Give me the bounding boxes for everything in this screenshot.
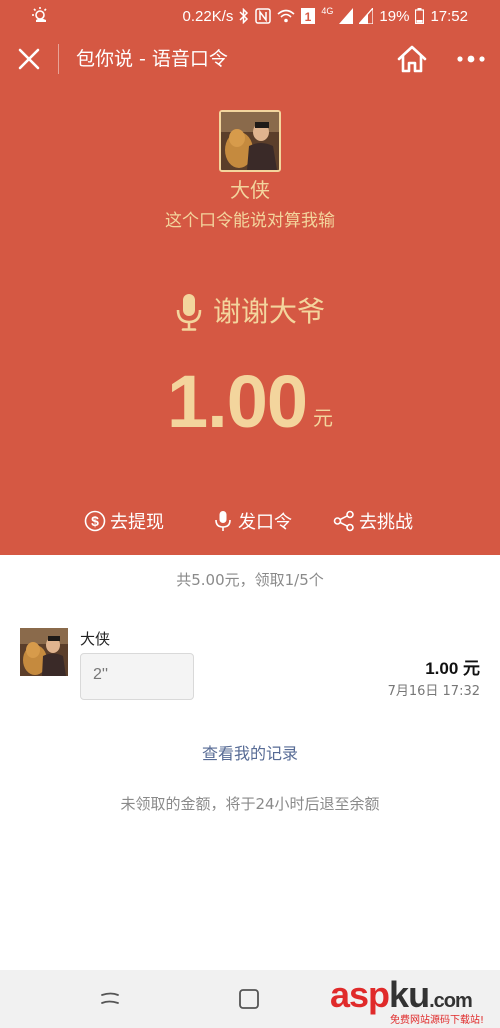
avatar-photo-icon xyxy=(221,112,279,170)
sim-badge-icon: 1 xyxy=(301,8,316,24)
record-amount: 1.00 元 xyxy=(425,659,480,678)
network-type-icon: 4G xyxy=(321,6,334,16)
withdraw-button[interactable]: $ 去提现 xyxy=(84,506,164,536)
sender-avatar xyxy=(219,110,281,172)
dollar-icon: $ xyxy=(84,510,106,532)
challenge-label: 去挑战 xyxy=(359,512,413,533)
watermark-tagline: 免费网站源码下载站! xyxy=(390,1015,485,1026)
home-button-icon[interactable] xyxy=(236,986,262,1012)
amount-value: 1.00 xyxy=(166,360,308,443)
weather-icon xyxy=(32,7,47,22)
claim-summary: 共5.00元，领取1/5个 xyxy=(176,571,324,589)
status-right: 0.22K/s 1 4G 19% 17:52 xyxy=(183,6,468,26)
home-icon[interactable] xyxy=(396,44,428,74)
voice-phrase-row: 谢谢大爷 xyxy=(0,290,500,334)
recent-apps-icon[interactable] xyxy=(97,986,123,1012)
close-icon[interactable] xyxy=(16,46,42,72)
record-time: 7月16日 17:32 xyxy=(387,684,480,699)
status-bar: 0.22K/s 1 4G 19% 17:52 xyxy=(0,0,500,32)
more-icon[interactable] xyxy=(456,48,486,70)
bluetooth-icon xyxy=(239,8,249,24)
sender-name: 大侠 xyxy=(230,178,270,202)
list-item: 大侠 2'' 1.00 元 7月16日 17:32 xyxy=(0,624,500,704)
share-icon xyxy=(333,510,354,532)
signal-icon xyxy=(339,8,354,24)
sender-message: 这个口令能说对算我输 xyxy=(165,211,335,231)
view-my-records-link[interactable]: 查看我的记录 xyxy=(0,742,500,766)
avatar-photo-icon xyxy=(20,628,68,676)
challenge-button[interactable]: 去挑战 xyxy=(333,506,413,536)
microphone-icon xyxy=(176,294,202,331)
refund-note: 未领取的金额，将于24小时后退至余额 xyxy=(120,795,380,813)
action-bar: $ 去提现 发口令 去挑战 xyxy=(0,506,500,536)
microphone-small-icon xyxy=(215,511,231,531)
sim-badge-number: 1 xyxy=(305,10,312,24)
svg-text:$: $ xyxy=(91,513,99,529)
clock: 17:52 xyxy=(430,7,468,25)
page-title: 包你说 - 语音口令 xyxy=(76,48,228,70)
amount-unit: 元 xyxy=(313,406,334,430)
withdraw-label: 去提现 xyxy=(110,512,164,533)
send-command-label: 发口令 xyxy=(238,512,292,533)
nfc-icon xyxy=(255,8,272,24)
wifi-icon xyxy=(277,9,295,23)
watermark-logo: aspku.com 免费网站源码下载站! xyxy=(330,975,500,1028)
send-command-button[interactable]: 发口令 xyxy=(212,506,292,536)
voice-phrase: 谢谢大爷 xyxy=(212,295,325,328)
battery-percent: 19% xyxy=(379,7,410,25)
battery-icon xyxy=(415,8,425,24)
voice-message-bubble[interactable]: 2'' xyxy=(80,653,194,700)
amount-row: 1.00 元 xyxy=(0,362,500,442)
signal-2-icon xyxy=(359,8,374,24)
red-envelope-header: 0.22K/s 1 4G 19% 17:52 包你说 - 语音口令 大侠 这个口… xyxy=(0,0,500,555)
network-speed: 0.22K/s xyxy=(182,7,234,25)
record-name: 大侠 xyxy=(80,630,111,648)
title-divider xyxy=(58,44,59,74)
voice-duration: 2'' xyxy=(93,666,109,683)
title-bar: 包你说 - 语音口令 xyxy=(0,38,500,82)
avatar xyxy=(20,628,68,676)
